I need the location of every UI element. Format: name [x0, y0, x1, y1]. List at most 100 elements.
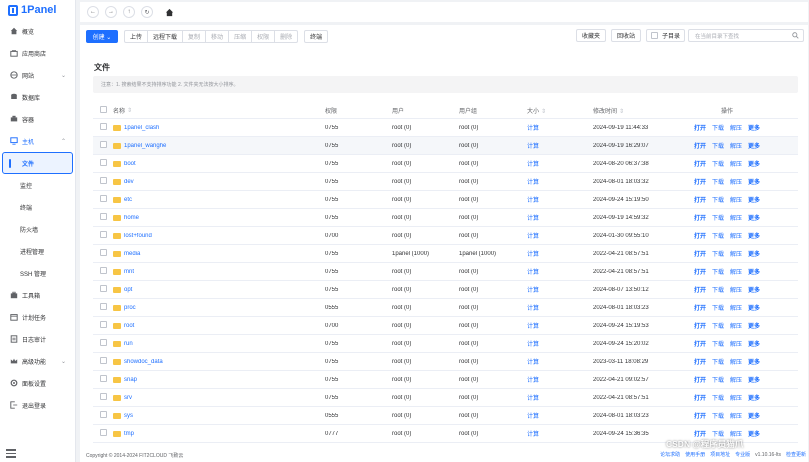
open-button[interactable]: 打开	[694, 267, 706, 276]
sidebar-item-sidebar-items-3[interactable]: 数据库	[0, 86, 75, 108]
open-button[interactable]: 打开	[694, 429, 706, 438]
table-row[interactable]: dev 0755 root (0) root (0) 计算 2024-08-01 18:0…	[93, 173, 798, 191]
table-row[interactable]: srv 0755 root (0) root (0) 计算 2022-04-21 08:5…	[93, 389, 798, 407]
more-button[interactable]: 更多	[748, 303, 760, 312]
calc-size-link[interactable]: 计算	[527, 396, 539, 402]
open-button[interactable]: 打开	[694, 339, 706, 348]
more-button[interactable]: 更多	[748, 411, 760, 420]
row-checkbox[interactable]	[100, 375, 107, 382]
permission-cell[interactable]: 0755	[325, 395, 392, 401]
sidebar-item-sidebar-items_after-4[interactable]: 面板设置	[0, 372, 75, 394]
sidebar-item-sidebar-items_after-5[interactable]: 退出登录	[0, 394, 75, 416]
subdir-check-icon[interactable]	[650, 32, 658, 39]
decompress-button[interactable]: 解压	[730, 357, 742, 366]
permission-cell[interactable]: 0700	[325, 323, 392, 329]
open-button[interactable]: 打开	[694, 177, 706, 186]
collapse-menu-icon[interactable]	[6, 449, 16, 458]
table-row[interactable]: boot 0755 root (0) root (0) 计算 2024-08-20 06:…	[93, 155, 798, 173]
file-name-link[interactable]: srv	[124, 395, 132, 401]
permission-cell[interactable]: 0555	[325, 305, 392, 311]
open-button[interactable]: 打开	[694, 303, 706, 312]
row-checkbox[interactable]	[100, 411, 107, 418]
move-button[interactable]: 移动	[205, 29, 230, 43]
row-checkbox[interactable]	[100, 393, 107, 400]
decompress-button[interactable]: 解压	[730, 123, 742, 132]
permission-cell[interactable]: 0755	[325, 251, 392, 257]
header-name[interactable]: 名称 ⇕	[111, 106, 325, 115]
decompress-button[interactable]: 解压	[730, 159, 742, 168]
more-button[interactable]: 更多	[748, 123, 760, 132]
permission-cell[interactable]: 0755	[325, 125, 392, 131]
sidebar-item-sidebar-host_sub-3[interactable]: 防火墙	[0, 218, 75, 240]
open-button[interactable]: 打开	[694, 357, 706, 366]
sidebar-item-sidebar-items_after-0[interactable]: 工具箱	[0, 284, 75, 306]
file-name-link[interactable]: opt	[124, 287, 132, 293]
more-button[interactable]: 更多	[748, 393, 760, 402]
sidebar-item-sidebar-host_sub-2[interactable]: 终端	[0, 196, 75, 218]
file-name-link[interactable]: 1panel_clash	[124, 125, 159, 131]
docs-link[interactable]: 使用手册	[685, 451, 705, 458]
download-button[interactable]: 下载	[712, 303, 724, 312]
table-row[interactable]: run 0755 root (0) root (0) 计算 2024-09-24 15:2…	[93, 335, 798, 353]
sidebar-item-sidebar-items-5[interactable]: 主机 ⌃	[0, 130, 75, 152]
permission-cell[interactable]: 0755	[325, 341, 392, 347]
download-button[interactable]: 下载	[712, 249, 724, 258]
download-button[interactable]: 下载	[712, 393, 724, 402]
download-button[interactable]: 下载	[712, 411, 724, 420]
calc-size-link[interactable]: 计算	[527, 306, 539, 312]
more-button[interactable]: 更多	[748, 321, 760, 330]
download-button[interactable]: 下载	[712, 285, 724, 294]
copy-button[interactable]: 复制	[182, 29, 207, 43]
row-checkbox[interactable]	[100, 285, 107, 292]
permission-cell[interactable]: 0777	[325, 431, 392, 437]
calc-size-link[interactable]: 计算	[527, 162, 539, 168]
open-button[interactable]: 打开	[694, 285, 706, 294]
open-button[interactable]: 打开	[694, 141, 706, 150]
permission-cell[interactable]: 0755	[325, 359, 392, 365]
decompress-button[interactable]: 解压	[730, 411, 742, 420]
permission-button[interactable]: 权限	[251, 29, 276, 43]
home-path-icon[interactable]	[165, 8, 174, 17]
more-button[interactable]: 更多	[748, 375, 760, 384]
row-checkbox[interactable]	[100, 141, 107, 148]
sidebar-item-sidebar-items-4[interactable]: 容器	[0, 108, 75, 130]
table-row[interactable]: 1panel_clash 0755 root (0) root (0) 计算 2024-0…	[93, 119, 798, 137]
file-name-link[interactable]: etc	[124, 197, 132, 203]
calc-size-link[interactable]: 计算	[527, 144, 539, 150]
sidebar-item-sidebar-items-2[interactable]: 网站 ⌄	[0, 64, 75, 86]
decompress-button[interactable]: 解压	[730, 267, 742, 276]
file-name-link[interactable]: boot	[124, 161, 136, 167]
more-button[interactable]: 更多	[748, 231, 760, 240]
sidebar-item-sidebar-host_sub-1[interactable]: 监控	[0, 174, 75, 196]
download-button[interactable]: 下载	[712, 177, 724, 186]
upload-button[interactable]: 上传	[124, 29, 149, 43]
table-row[interactable]: mnt 0755 root (0) root (0) 计算 2022-04-21 08:5…	[93, 263, 798, 281]
project-link[interactable]: 项目地址	[710, 451, 730, 458]
permission-cell[interactable]: 0755	[325, 161, 392, 167]
file-name-link[interactable]: snap	[124, 377, 137, 383]
open-button[interactable]: 打开	[694, 375, 706, 384]
more-button[interactable]: 更多	[748, 195, 760, 204]
more-button[interactable]: 更多	[748, 213, 760, 222]
sidebar-item-sidebar-items_after-3[interactable]: 高级功能 ⌄	[0, 350, 75, 372]
sidebar-item-sidebar-items_after-2[interactable]: 日志审计	[0, 328, 75, 350]
check-update-link[interactable]: 检查更新	[786, 451, 806, 458]
table-row[interactable]: sys 0555 root (0) root (0) 计算 2024-08-01 18:0…	[93, 407, 798, 425]
open-button[interactable]: 打开	[694, 249, 706, 258]
more-button[interactable]: 更多	[748, 267, 760, 276]
back-arrow-icon[interactable]: ←	[87, 6, 99, 18]
file-name-link[interactable]: 1panel_wanghe	[124, 143, 166, 149]
open-button[interactable]: 打开	[694, 159, 706, 168]
calc-size-link[interactable]: 计算	[527, 252, 539, 258]
create-button[interactable]: 创建 ⌄	[86, 29, 118, 43]
table-row[interactable]: home 0755 root (0) root (0) 计算 2024-09-19 14:…	[93, 209, 798, 227]
permission-cell[interactable]: 0755	[325, 269, 392, 275]
file-name-link[interactable]: home	[124, 215, 139, 221]
row-checkbox[interactable]	[100, 429, 107, 436]
download-button[interactable]: 下载	[712, 213, 724, 222]
forward-arrow-icon[interactable]: →	[105, 6, 117, 18]
permission-cell[interactable]: 0755	[325, 197, 392, 203]
decompress-button[interactable]: 解压	[730, 231, 742, 240]
table-row[interactable]: 1panel_wanghe 0755 root (0) root (0) 计算 2024-…	[93, 137, 798, 155]
decompress-button[interactable]: 解压	[730, 303, 742, 312]
